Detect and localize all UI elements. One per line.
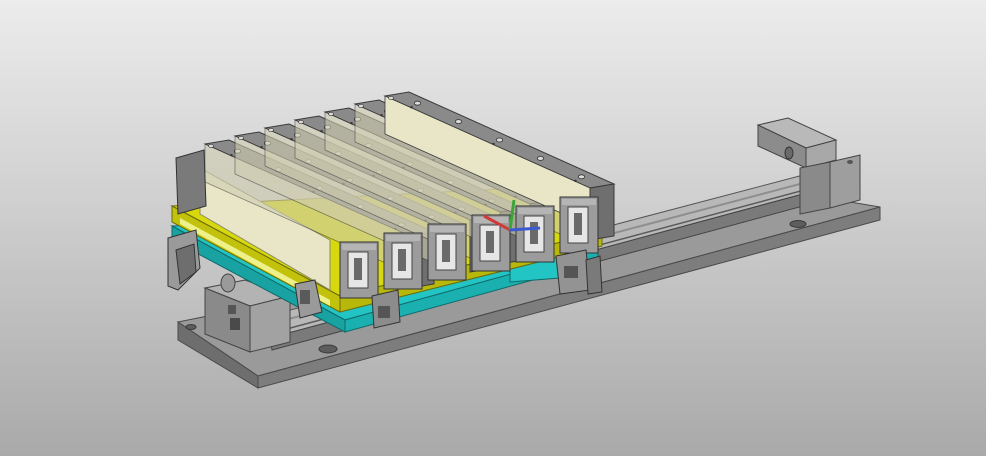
pin-hole-icon: [230, 154, 233, 157]
assembly-scene[interactable]: [0, 0, 986, 456]
bolt-icon: [454, 119, 463, 124]
pin-hole-icon: [574, 179, 577, 182]
cylinder-module[interactable]: [383, 232, 423, 290]
left-end-cap[interactable]: [175, 149, 207, 215]
cylinder-module[interactable]: [471, 214, 511, 272]
bolt-icon: [328, 112, 334, 116]
pin-hole-icon: [410, 106, 413, 109]
bolt-icon: [358, 104, 364, 108]
cylinder-module[interactable]: [339, 241, 379, 299]
left-clamp[interactable]: [167, 229, 201, 291]
bolt-icon: [298, 120, 304, 124]
pin-hole-icon: [350, 122, 353, 125]
bolt-icon: [413, 100, 422, 106]
cylinder-module[interactable]: [559, 196, 599, 254]
pin-hole-icon: [380, 114, 383, 117]
front-clamp-2[interactable]: [371, 289, 401, 329]
bolt-icon: [208, 144, 214, 148]
bolt-icon: [536, 155, 545, 161]
pin-hole-icon: [260, 146, 263, 149]
cad-viewport[interactable]: [0, 0, 986, 456]
cylinder-module[interactable]: [515, 205, 555, 263]
cylinder-module[interactable]: [427, 223, 467, 281]
pin-hole-icon: [320, 130, 323, 133]
bolt-icon: [495, 137, 504, 143]
bolt-icon: [577, 174, 586, 180]
pin-hole-icon: [492, 142, 495, 146]
bolt-icon: [268, 128, 274, 132]
bolt-icon: [238, 136, 244, 140]
pin-hole-icon: [290, 138, 293, 141]
bolt-icon: [388, 96, 394, 100]
